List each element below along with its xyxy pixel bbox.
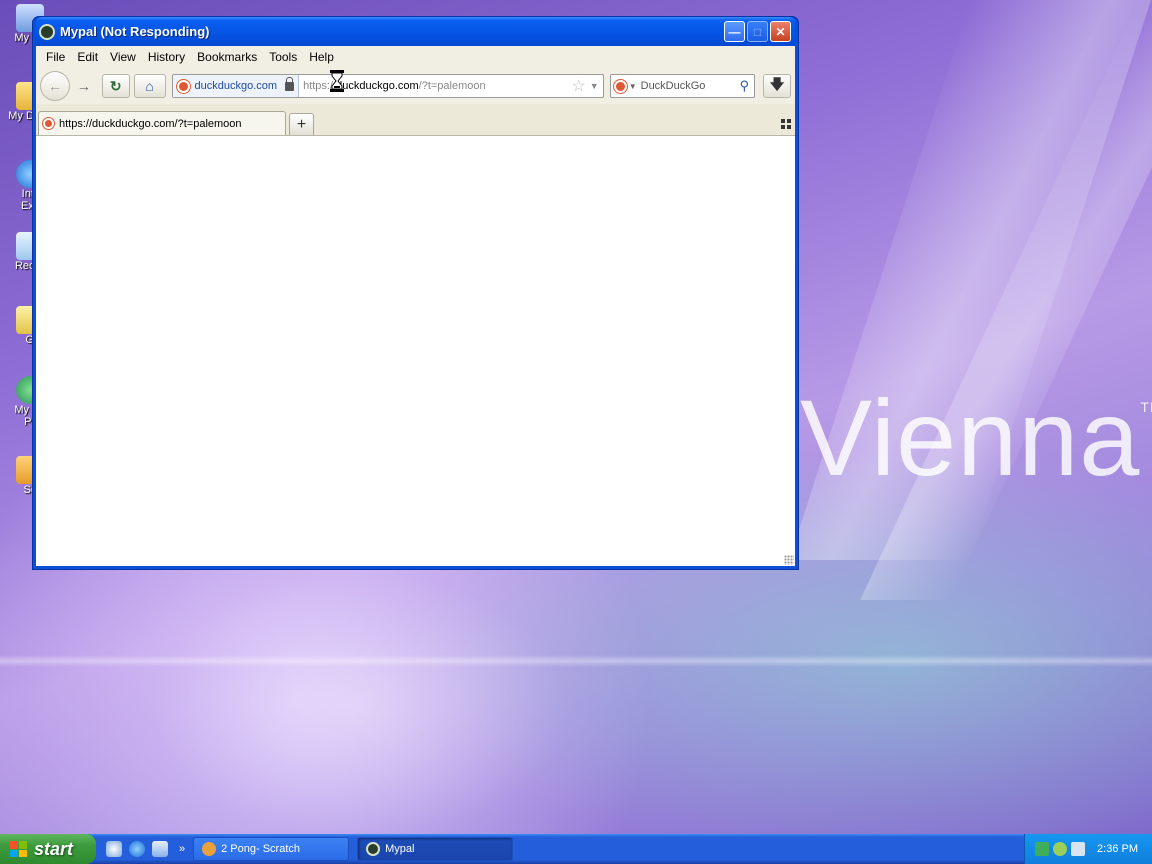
forward-arrow-icon: → bbox=[76, 78, 91, 94]
taskbar-button-scratch[interactable]: 2 Pong- Scratch bbox=[193, 837, 350, 861]
back-button[interactable]: ← bbox=[40, 71, 70, 101]
quicklaunch-show-desktop-icon[interactable] bbox=[152, 841, 168, 857]
taskbar: start » 2 Pong- Scratch Mypal 2:36 PM bbox=[0, 834, 1152, 864]
download-arrow-icon: 🡇 bbox=[769, 76, 785, 92]
start-button[interactable]: start bbox=[0, 834, 96, 864]
system-tray: 2:36 PM bbox=[1024, 834, 1152, 864]
duckduckgo-favicon-icon bbox=[176, 79, 190, 93]
minimize-button[interactable]: — bbox=[724, 21, 745, 42]
url-bar[interactable]: duckduckgo.com https://duckduckgo.com/?t… bbox=[171, 74, 604, 98]
new-tab-button[interactable]: + bbox=[289, 113, 314, 135]
resize-grip-icon[interactable] bbox=[784, 555, 794, 565]
back-arrow-icon: ← bbox=[47, 78, 62, 94]
quicklaunch-chevron-icon[interactable]: » bbox=[179, 843, 185, 855]
menu-bar: File Edit View History Bookmarks Tools H… bbox=[36, 46, 795, 68]
taskbar-button-label: Mypal bbox=[385, 843, 415, 855]
search-magnifier-icon[interactable]: ⚲ bbox=[740, 78, 750, 94]
forward-button[interactable]: → bbox=[72, 74, 96, 98]
close-icon: ✕ bbox=[775, 24, 786, 39]
windows-flag-icon bbox=[10, 841, 28, 857]
page-content[interactable] bbox=[36, 136, 795, 566]
tray-update-icon[interactable] bbox=[1053, 842, 1067, 856]
quicklaunch-internet-explorer-icon[interactable] bbox=[129, 841, 145, 857]
wallpaper-light-streak bbox=[0, 655, 1152, 667]
taskbar-button-label: 2 Pong- Scratch bbox=[221, 843, 300, 855]
lock-icon bbox=[285, 76, 295, 91]
list-all-tabs-icon[interactable] bbox=[781, 119, 791, 129]
tab-duckduckgo[interactable]: https://duckduckgo.com/?t=palemoon bbox=[38, 111, 286, 135]
search-engine-icon[interactable] bbox=[613, 79, 627, 93]
scratch-cat-icon bbox=[202, 842, 217, 856]
tab-favicon-icon bbox=[43, 118, 54, 129]
url-path: /?t=palemoon bbox=[418, 80, 486, 92]
quick-launch: » bbox=[106, 841, 185, 857]
plus-icon: + bbox=[296, 115, 307, 133]
search-bar[interactable]: ▼ DuckDuckGo ⚲ bbox=[609, 74, 756, 98]
maximize-icon: □ bbox=[753, 24, 762, 39]
close-button[interactable]: ✕ bbox=[770, 21, 791, 42]
tray-security-alert-icon[interactable] bbox=[1071, 842, 1085, 856]
url-host: duckduckgo.com bbox=[336, 80, 419, 92]
tray-network-icon[interactable] bbox=[1035, 842, 1049, 856]
search-input[interactable]: DuckDuckGo bbox=[637, 80, 740, 92]
trademark-mark: TM bbox=[1140, 399, 1152, 415]
tab-bar: https://duckduckgo.com/?t=palemoon + bbox=[36, 104, 795, 136]
bookmark-star-icon[interactable]: ☆ bbox=[571, 76, 585, 96]
menu-tools[interactable]: Tools bbox=[265, 50, 305, 64]
reload-icon: ↻ bbox=[109, 77, 122, 94]
navigation-toolbar: ← → ↻ ⌂ duckduckgo.com https://duckduckg… bbox=[36, 68, 795, 104]
downloads-button[interactable]: 🡇 bbox=[763, 74, 791, 98]
wallpaper-light-streak bbox=[860, 0, 1152, 600]
hourglass-cursor-icon bbox=[330, 70, 344, 92]
reload-button[interactable]: ↻ bbox=[101, 74, 130, 98]
taskbar-clock[interactable]: 2:36 PM bbox=[1097, 843, 1138, 855]
window-client: File Edit View History Bookmarks Tools H… bbox=[36, 46, 795, 566]
quicklaunch-browser-icon[interactable] bbox=[106, 841, 122, 857]
menu-file[interactable]: File bbox=[42, 50, 73, 64]
wallpaper-glow bbox=[150, 570, 570, 840]
home-button[interactable]: ⌂ bbox=[133, 74, 166, 98]
maximize-button[interactable]: □ bbox=[747, 21, 768, 42]
window-titlebar[interactable]: Mypal (Not Responding) — □ ✕ bbox=[36, 17, 795, 46]
start-label: start bbox=[34, 838, 74, 859]
mypal-app-icon bbox=[39, 23, 55, 40]
menu-edit[interactable]: Edit bbox=[73, 50, 106, 64]
menu-bookmarks[interactable]: Bookmarks bbox=[193, 50, 265, 64]
mypal-app-icon bbox=[366, 842, 381, 856]
wallpaper-brand-text: ViennaTM bbox=[800, 375, 1152, 500]
window-title: Mypal (Not Responding) bbox=[60, 24, 210, 39]
site-identity-label: duckduckgo.com bbox=[194, 80, 278, 92]
browser-window: Mypal (Not Responding) — □ ✕ File Edit V… bbox=[32, 16, 799, 570]
tab-title: https://duckduckgo.com/?t=palemoon bbox=[59, 117, 242, 130]
minimize-icon: — bbox=[728, 24, 741, 39]
search-engine-dropdown-icon[interactable]: ▼ bbox=[629, 82, 637, 91]
taskbar-button-mypal[interactable]: Mypal bbox=[357, 837, 514, 861]
site-identity-button[interactable]: duckduckgo.com bbox=[172, 75, 300, 97]
menu-view[interactable]: View bbox=[106, 50, 144, 64]
menu-history[interactable]: History bbox=[144, 50, 193, 64]
menu-help[interactable]: Help bbox=[305, 50, 342, 64]
home-icon: ⌂ bbox=[145, 78, 154, 94]
url-history-dropdown-icon[interactable]: ▼ bbox=[590, 81, 599, 91]
